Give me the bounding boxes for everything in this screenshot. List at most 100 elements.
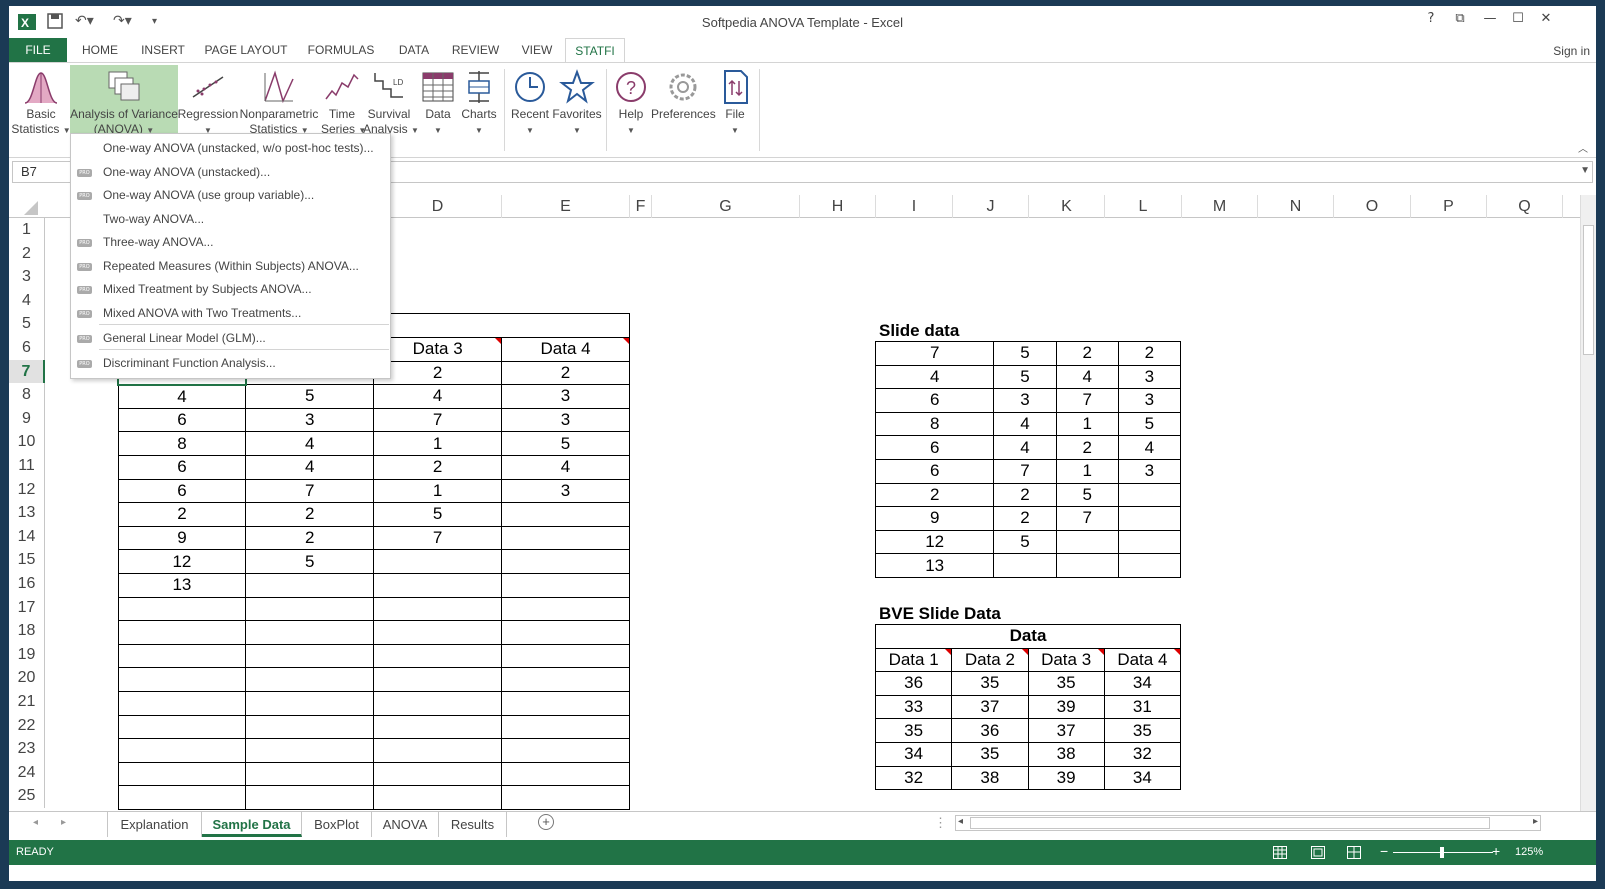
row-header[interactable]: 21 xyxy=(9,690,45,714)
nonparametric-statistics-button[interactable]: Nonparametric Statistics ▼ xyxy=(238,65,320,137)
zoom-level[interactable]: 125% xyxy=(1515,846,1543,858)
table-cell[interactable]: 5 xyxy=(501,431,630,456)
sheet-tab-boxplot[interactable]: BoxPlot xyxy=(302,812,372,837)
table-cell[interactable]: 7 xyxy=(373,407,503,433)
table-cell[interactable] xyxy=(501,667,630,692)
table-cell[interactable]: 8 xyxy=(874,411,995,437)
vertical-scrollbar[interactable] xyxy=(1580,195,1596,811)
table-cell[interactable]: 5 xyxy=(993,341,1057,366)
table-cell[interactable]: 1 xyxy=(1055,411,1119,437)
table-cell[interactable]: 7 xyxy=(373,525,503,551)
normal-view-icon[interactable] xyxy=(1273,846,1287,859)
table-cell[interactable]: 3 xyxy=(245,407,375,433)
table-cell[interactable] xyxy=(373,620,503,645)
table-cell[interactable]: 12 xyxy=(117,549,247,574)
table-cell[interactable]: 35 xyxy=(874,718,953,743)
table-cell[interactable]: 1 xyxy=(373,478,503,504)
menu-item[interactable]: PRO Three-way ANOVA... xyxy=(71,231,390,254)
table-cell[interactable]: 7 xyxy=(245,478,375,504)
table-cell[interactable]: 4 xyxy=(993,411,1057,437)
column-header-m[interactable]: M xyxy=(1182,195,1258,218)
table-cell[interactable] xyxy=(117,620,247,645)
row-header[interactable]: 15 xyxy=(9,548,45,572)
row-header[interactable]: 14 xyxy=(9,524,45,549)
table-cell[interactable] xyxy=(373,761,503,787)
row-header[interactable]: 6 xyxy=(9,336,45,360)
scroll-right-icon[interactable]: ▸ xyxy=(1533,816,1538,827)
menu-item[interactable]: PRO Mixed ANOVA with Two Treatments... xyxy=(71,302,390,325)
table-cell[interactable]: 6 xyxy=(874,388,995,413)
table-cell[interactable] xyxy=(373,596,503,622)
table-cell[interactable] xyxy=(501,643,630,669)
table-cell[interactable]: 12 xyxy=(874,529,995,555)
header-data-3[interactable]: Data 3 xyxy=(373,337,503,362)
table-cell[interactable]: 36 xyxy=(951,718,1029,743)
time-series-button[interactable]: Time Series ▼ xyxy=(321,65,366,137)
table-cell[interactable]: 7 xyxy=(1055,506,1119,531)
zoom-out-icon[interactable]: − xyxy=(1380,843,1388,859)
table-cell[interactable]: 7 xyxy=(1055,388,1119,413)
menu-item[interactable]: Two-way ANOVA... xyxy=(71,208,390,231)
table-cell[interactable] xyxy=(373,690,503,716)
column-header-q[interactable]: Q xyxy=(1487,195,1563,218)
row-header[interactable]: 11 xyxy=(9,454,45,478)
table-cell[interactable]: 2 xyxy=(373,454,503,480)
table-cell[interactable]: 5 xyxy=(1055,482,1119,508)
table-cell[interactable] xyxy=(245,690,375,716)
scroll-left-icon[interactable]: ◂ xyxy=(958,816,963,827)
table-cell[interactable] xyxy=(373,738,503,763)
table-cell[interactable]: 4 xyxy=(245,431,375,456)
table-cell[interactable]: 3 xyxy=(501,384,630,409)
scroll-tabs-left-icon[interactable]: ◂ xyxy=(33,817,38,828)
sheet-tab-sample-data[interactable]: Sample Data xyxy=(202,812,302,837)
row-header[interactable]: 25 xyxy=(9,784,45,808)
table-cell[interactable] xyxy=(245,643,375,669)
column-header-h[interactable]: H xyxy=(800,195,876,218)
table-cell[interactable]: 4 xyxy=(874,364,995,390)
zoom-slider-thumb[interactable] xyxy=(1440,847,1444,858)
table-cell[interactable]: 6 xyxy=(117,454,247,480)
row-header[interactable]: 20 xyxy=(9,666,45,690)
table-cell[interactable]: 3 xyxy=(1117,364,1182,390)
table-cell[interactable]: 4 xyxy=(501,454,630,480)
tab-view[interactable]: VIEW xyxy=(514,38,560,63)
tab-statfi[interactable]: STATFI xyxy=(565,38,625,63)
page-break-view-icon[interactable] xyxy=(1347,846,1361,859)
table-cell[interactable] xyxy=(373,549,503,574)
data-button[interactable]: Data ▼ xyxy=(419,65,457,137)
tab-page-layout[interactable]: PAGE LAYOUT xyxy=(202,38,290,63)
file-ribbon-button[interactable]: File ▼ xyxy=(717,65,753,137)
favorites-button[interactable]: Favorites ▼ xyxy=(552,65,602,137)
tab-splitter-icon[interactable]: ⋮ xyxy=(934,815,947,831)
column-header-d[interactable]: D xyxy=(374,195,502,218)
table-cell[interactable] xyxy=(373,714,503,740)
table-cell[interactable] xyxy=(501,690,630,716)
table-cell[interactable]: 2 xyxy=(1055,435,1119,460)
table-cell[interactable] xyxy=(1055,553,1119,578)
row-header[interactable]: 5 xyxy=(9,312,45,336)
table-cell[interactable] xyxy=(245,667,375,692)
recent-button[interactable]: Recent ▼ xyxy=(508,65,552,137)
help-ribbon-button[interactable]: ? Help ▼ xyxy=(611,65,651,137)
table-cell[interactable]: 34 xyxy=(1103,671,1182,696)
bve-group-header[interactable]: Data xyxy=(875,624,1181,649)
table-cell[interactable] xyxy=(373,667,503,692)
table-cell[interactable]: 2 xyxy=(373,360,503,386)
table-cell[interactable]: 4 xyxy=(1117,435,1182,460)
formula-input[interactable] xyxy=(389,161,1593,183)
row-header[interactable]: 22 xyxy=(9,713,45,738)
table-cell[interactable] xyxy=(117,738,247,763)
table-cell[interactable] xyxy=(117,643,247,669)
menu-item[interactable]: PRO Discriminant Function Analysis... xyxy=(71,352,390,375)
table-cell[interactable] xyxy=(501,785,630,810)
table-cell[interactable]: 3 xyxy=(993,388,1057,413)
tab-insert[interactable]: INSERT xyxy=(137,38,189,63)
row-header[interactable]: 7 xyxy=(9,359,45,384)
row-header[interactable]: 18 xyxy=(9,619,45,643)
table-cell[interactable]: 34 xyxy=(1103,765,1182,791)
table-cell[interactable]: 6 xyxy=(874,458,995,484)
menu-item[interactable]: PRO Mixed Treatment by Subjects ANOVA... xyxy=(71,278,390,301)
table-cell[interactable] xyxy=(245,620,375,645)
table-cell[interactable]: 35 xyxy=(951,671,1029,696)
table-cell[interactable]: 7 xyxy=(993,458,1057,484)
